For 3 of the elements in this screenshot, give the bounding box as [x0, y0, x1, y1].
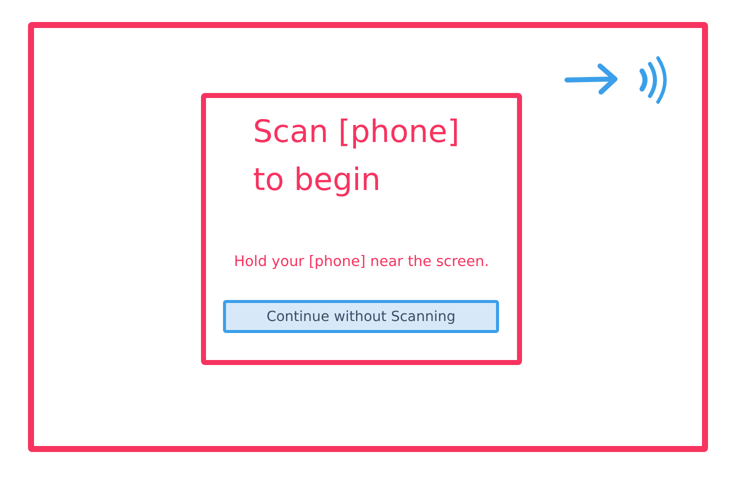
card-title: Scan [phone] to begin: [252, 113, 460, 200]
instruction-text: Hold your [phone] near the screen.: [233, 254, 490, 270]
continue-button[interactable]: Continue without Scanning: [223, 300, 499, 333]
